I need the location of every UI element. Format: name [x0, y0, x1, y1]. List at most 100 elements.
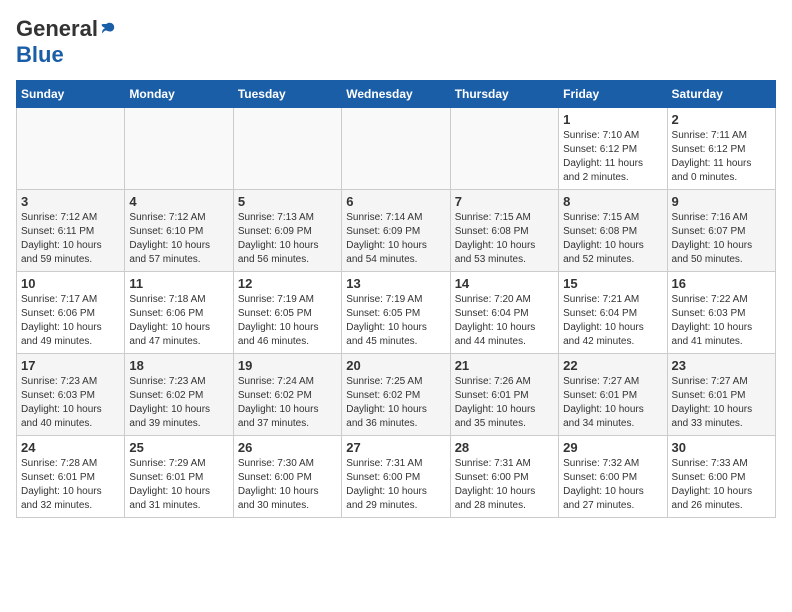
calendar-cell: 11 Sunrise: 7:18 AM Sunset: 6:06 PM Dayli… — [125, 272, 233, 354]
calendar-cell: 19Sunrise: 7:24 AM Sunset: 6:02 PM Dayli… — [233, 354, 341, 436]
calendar-cell: 22 Sunrise: 7:27 AM Sunset: 6:01 PM Dayli… — [559, 354, 667, 436]
calendar-week-row: 1 Sunrise: 7:10 AM Sunset: 6:12 PM Daylig… — [17, 108, 776, 190]
day-number: 2 — [672, 112, 771, 127]
calendar-cell: 24 Sunrise: 7:28 AM Sunset: 6:01 PM Dayli… — [17, 436, 125, 518]
day-number: 10 — [21, 276, 120, 291]
day-number: 27 — [346, 440, 445, 455]
day-number: 17 — [21, 358, 120, 373]
day-info: Sunrise: 7:15 AM Sunset: 6:08 PM Dayligh… — [563, 211, 662, 267]
day-number: 3 — [21, 194, 120, 209]
calendar-cell: 25Sunrise: 7:29 AM Sunset: 6:01 PM Dayli… — [125, 436, 233, 518]
day-info: Sunrise: 7:21 AM Sunset: 6:04 PM Dayligh… — [563, 293, 662, 349]
calendar-week-row: 17Sunrise: 7:23 AM Sunset: 6:03 PM Dayli… — [17, 354, 776, 436]
day-info: Sunrise: 7:27 AM Sunset: 6:01 PM Dayligh… — [563, 375, 662, 431]
calendar-cell: 16Sunrise: 7:22 AM Sunset: 6:03 PM Dayli… — [667, 272, 775, 354]
calendar-cell — [450, 108, 558, 190]
day-number: 1 — [563, 112, 662, 127]
calendar-cell: 21 Sunrise: 7:26 AM Sunset: 6:01 PM Dayli… — [450, 354, 558, 436]
calendar-cell: 20 Sunrise: 7:25 AM Sunset: 6:02 PM Dayli… — [342, 354, 450, 436]
calendar-cell — [17, 108, 125, 190]
calendar-cell: 9 Sunrise: 7:16 AM Sunset: 6:07 PM Daylig… — [667, 190, 775, 272]
calendar-cell — [342, 108, 450, 190]
calendar-header: SundayMondayTuesdayWednesdayThursdayFrid… — [17, 81, 776, 108]
day-info: Sunrise: 7:19 AM Sunset: 6:05 PM Dayligh… — [346, 293, 445, 349]
day-number: 11 — [129, 276, 228, 291]
weekday-header-wednesday: Wednesday — [342, 81, 450, 108]
weekday-header-tuesday: Tuesday — [233, 81, 341, 108]
day-info: Sunrise: 7:18 AM Sunset: 6:06 PM Dayligh… — [129, 293, 228, 349]
day-number: 22 — [563, 358, 662, 373]
calendar-cell: 12Sunrise: 7:19 AM Sunset: 6:05 PM Dayli… — [233, 272, 341, 354]
day-info: Sunrise: 7:31 AM Sunset: 6:00 PM Dayligh… — [346, 457, 445, 513]
calendar-cell: 17Sunrise: 7:23 AM Sunset: 6:03 PM Dayli… — [17, 354, 125, 436]
day-info: Sunrise: 7:27 AM Sunset: 6:01 PM Dayligh… — [672, 375, 771, 431]
day-info: Sunrise: 7:17 AM Sunset: 6:06 PM Dayligh… — [21, 293, 120, 349]
day-info: Sunrise: 7:13 AM Sunset: 6:09 PM Dayligh… — [238, 211, 337, 267]
calendar-cell: 27 Sunrise: 7:31 AM Sunset: 6:00 PM Dayli… — [342, 436, 450, 518]
day-number: 20 — [346, 358, 445, 373]
calendar-week-row: 3 Sunrise: 7:12 AM Sunset: 6:11 PM Daylig… — [17, 190, 776, 272]
day-info: Sunrise: 7:30 AM Sunset: 6:00 PM Dayligh… — [238, 457, 337, 513]
weekday-header-saturday: Saturday — [667, 81, 775, 108]
day-info: Sunrise: 7:16 AM Sunset: 6:07 PM Dayligh… — [672, 211, 771, 267]
day-number: 23 — [672, 358, 771, 373]
day-number: 4 — [129, 194, 228, 209]
weekday-header-row: SundayMondayTuesdayWednesdayThursdayFrid… — [17, 81, 776, 108]
day-info: Sunrise: 7:25 AM Sunset: 6:02 PM Dayligh… — [346, 375, 445, 431]
day-number: 28 — [455, 440, 554, 455]
calendar-cell: 28 Sunrise: 7:31 AM Sunset: 6:00 PM Dayli… — [450, 436, 558, 518]
weekday-header-friday: Friday — [559, 81, 667, 108]
day-number: 13 — [346, 276, 445, 291]
calendar-cell: 18Sunrise: 7:23 AM Sunset: 6:02 PM Dayli… — [125, 354, 233, 436]
day-number: 16 — [672, 276, 771, 291]
day-number: 25 — [129, 440, 228, 455]
calendar-cell: 23 Sunrise: 7:27 AM Sunset: 6:01 PM Dayli… — [667, 354, 775, 436]
calendar-cell: 1 Sunrise: 7:10 AM Sunset: 6:12 PM Daylig… — [559, 108, 667, 190]
day-info: Sunrise: 7:26 AM Sunset: 6:01 PM Dayligh… — [455, 375, 554, 431]
calendar-week-row: 10 Sunrise: 7:17 AM Sunset: 6:06 PM Dayli… — [17, 272, 776, 354]
calendar-cell: 29 Sunrise: 7:32 AM Sunset: 6:00 PM Dayli… — [559, 436, 667, 518]
weekday-header-sunday: Sunday — [17, 81, 125, 108]
calendar-cell: 7 Sunrise: 7:15 AM Sunset: 6:08 PM Daylig… — [450, 190, 558, 272]
day-info: Sunrise: 7:19 AM Sunset: 6:05 PM Dayligh… — [238, 293, 337, 349]
day-number: 8 — [563, 194, 662, 209]
weekday-header-monday: Monday — [125, 81, 233, 108]
calendar-cell: 4 Sunrise: 7:12 AM Sunset: 6:10 PM Daylig… — [125, 190, 233, 272]
calendar-cell: 13 Sunrise: 7:19 AM Sunset: 6:05 PM Dayli… — [342, 272, 450, 354]
day-number: 7 — [455, 194, 554, 209]
day-info: Sunrise: 7:28 AM Sunset: 6:01 PM Dayligh… — [21, 457, 120, 513]
calendar-cell: 2 Sunrise: 7:11 AM Sunset: 6:12 PM Daylig… — [667, 108, 775, 190]
day-info: Sunrise: 7:15 AM Sunset: 6:08 PM Dayligh… — [455, 211, 554, 267]
day-info: Sunrise: 7:31 AM Sunset: 6:00 PM Dayligh… — [455, 457, 554, 513]
day-number: 21 — [455, 358, 554, 373]
calendar-cell: 26 Sunrise: 7:30 AM Sunset: 6:00 PM Dayli… — [233, 436, 341, 518]
calendar-cell: 30Sunrise: 7:33 AM Sunset: 6:00 PM Dayli… — [667, 436, 775, 518]
day-info: Sunrise: 7:11 AM Sunset: 6:12 PM Dayligh… — [672, 129, 771, 185]
calendar-cell — [125, 108, 233, 190]
calendar-cell: 15Sunrise: 7:21 AM Sunset: 6:04 PM Dayli… — [559, 272, 667, 354]
day-number: 26 — [238, 440, 337, 455]
calendar-cell: 14Sunrise: 7:20 AM Sunset: 6:04 PM Dayli… — [450, 272, 558, 354]
calendar-table: SundayMondayTuesdayWednesdayThursdayFrid… — [16, 80, 776, 518]
day-info: Sunrise: 7:32 AM Sunset: 6:00 PM Dayligh… — [563, 457, 662, 513]
calendar-cell: 8 Sunrise: 7:15 AM Sunset: 6:08 PM Daylig… — [559, 190, 667, 272]
day-number: 24 — [21, 440, 120, 455]
day-info: Sunrise: 7:14 AM Sunset: 6:09 PM Dayligh… — [346, 211, 445, 267]
calendar-cell: 3 Sunrise: 7:12 AM Sunset: 6:11 PM Daylig… — [17, 190, 125, 272]
calendar-cell: 6Sunrise: 7:14 AM Sunset: 6:09 PM Daylig… — [342, 190, 450, 272]
day-number: 29 — [563, 440, 662, 455]
day-info: Sunrise: 7:12 AM Sunset: 6:11 PM Dayligh… — [21, 211, 120, 267]
calendar-week-row: 24 Sunrise: 7:28 AM Sunset: 6:01 PM Dayli… — [17, 436, 776, 518]
page-header: GeneralBlue — [16, 16, 776, 68]
logo-bird-icon — [98, 20, 116, 38]
day-info: Sunrise: 7:10 AM Sunset: 6:12 PM Dayligh… — [563, 129, 662, 185]
day-info: Sunrise: 7:23 AM Sunset: 6:02 PM Dayligh… — [129, 375, 228, 431]
calendar-cell: 10 Sunrise: 7:17 AM Sunset: 6:06 PM Dayli… — [17, 272, 125, 354]
day-number: 30 — [672, 440, 771, 455]
calendar-cell — [233, 108, 341, 190]
weekday-header-thursday: Thursday — [450, 81, 558, 108]
day-info: Sunrise: 7:12 AM Sunset: 6:10 PM Dayligh… — [129, 211, 228, 267]
day-info: Sunrise: 7:24 AM Sunset: 6:02 PM Dayligh… — [238, 375, 337, 431]
day-number: 9 — [672, 194, 771, 209]
logo-general: General — [16, 16, 98, 42]
